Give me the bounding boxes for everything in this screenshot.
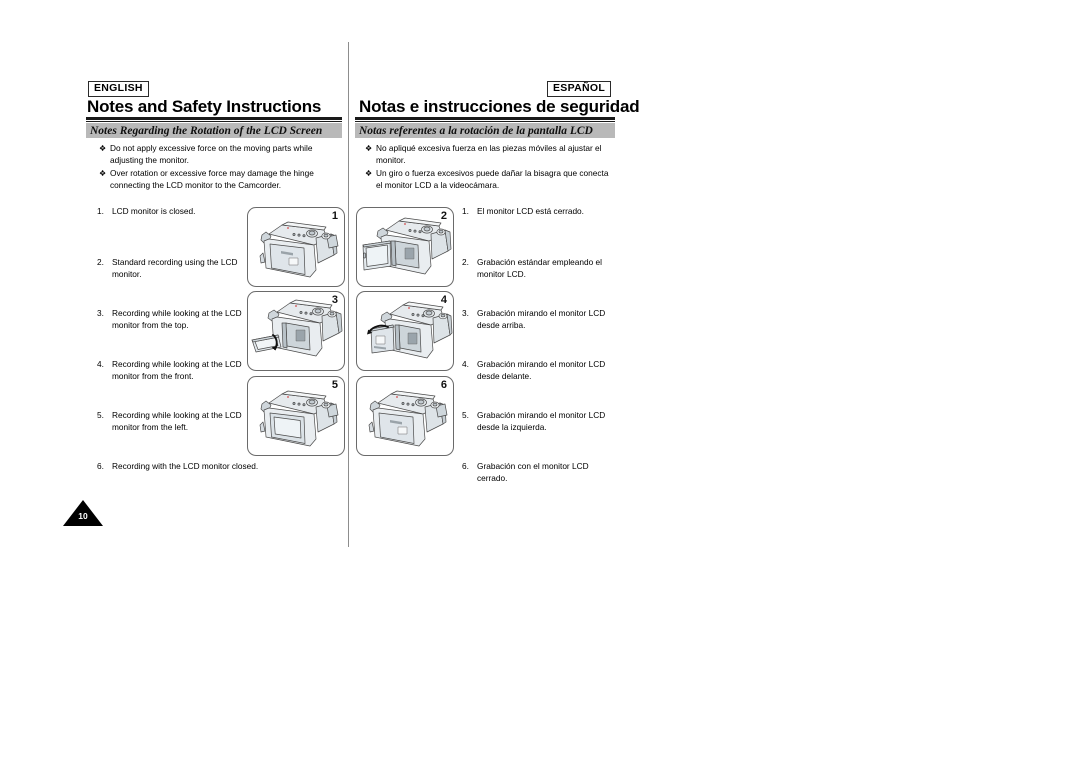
figure-camcorder-1: 1 [247,207,345,287]
diamond-bullet-icon: ❖ [99,169,107,178]
notes-list-spanish: ❖ No apliqué excesiva fuerza en las piez… [365,143,615,193]
step-item: 5. Recording while looking at the LCD mo… [97,410,245,433]
figure-camcorder-4: 4 [356,291,454,371]
note-text: Do not apply excessive force on the movi… [110,143,313,165]
step-item: 4. Grabación mirando el monitor LCD desd… [462,359,617,382]
camcorder-illustration-lcd-open [362,217,452,275]
step-item: 1. LCD monitor is closed. [97,206,195,218]
step-item: 4. Recording while looking at the LCD mo… [97,359,245,382]
section-bar-spanish: Notas referentes a la rotación de la pan… [355,123,615,138]
step-item: 6. Grabación con el monitor LCD cerrado. [462,461,617,484]
page-number-badge: 10 [63,500,103,526]
step-item: 3. Recording while looking at the LCD mo… [97,308,245,331]
step-item: 1. El monitor LCD está cerrado. [462,206,584,218]
figure-number: 5 [331,379,338,391]
section-title-spanish: Notas referentes a la rotación de la pan… [359,124,593,137]
camcorder-illustration-closed [259,221,339,278]
title-rule-spanish [355,117,615,122]
step-index: 3. [97,308,104,318]
step-text: Grabación con el monitor LCD cerrado. [477,461,589,483]
step-index: 3. [462,308,469,318]
note-item: ❖ No apliqué excesiva fuerza en las piez… [365,143,615,166]
step-text: Grabación estándar empleando el monitor … [477,257,602,279]
step-index: 2. [462,257,469,267]
step-text: Grabación mirando el monitor LCD desde l… [477,410,606,432]
camcorder-illustration-lcd-left-view [259,390,339,447]
manual-page: ENGLISH Notes and Safety Instructions No… [0,0,1080,763]
step-text: Recording while looking at the LCD monit… [112,308,242,330]
step-item: 3. Grabación mirando el monitor LCD desd… [462,308,617,331]
note-text: Over rotation or excessive force may dam… [110,168,314,190]
section-bar-english: Notes Regarding the Rotation of the LCD … [86,123,342,138]
chapter-title-english: Notes and Safety Instructions [87,97,322,116]
step-text: Grabación mirando el monitor LCD desde a… [477,308,606,330]
step-index: 2. [97,257,104,267]
figure-number: 3 [331,294,338,306]
figure-camcorder-6: 6 [356,376,454,456]
figure-camcorder-2: 2 [356,207,454,287]
notes-list-english: ❖ Do not apply excessive force on the mo… [99,143,339,193]
figure-camcorder-5: 5 [247,376,345,456]
step-index: 6. [97,461,104,471]
diamond-bullet-icon: ❖ [365,169,373,178]
step-index: 1. [97,206,104,216]
step-index: 4. [97,359,104,369]
step-item: 5. Grabación mirando el monitor LCD desd… [462,410,617,433]
step-text: Standard recording using the LCD monitor… [112,257,238,279]
camcorder-illustration-lcd-front-view [367,301,453,359]
figure-number: 1 [331,210,338,222]
step-text: El monitor LCD está cerrado. [477,206,584,216]
diamond-bullet-icon: ❖ [99,144,107,153]
step-text: Grabación mirando el monitor LCD desde d… [477,359,606,381]
step-index: 5. [462,410,469,420]
step-text: Recording while looking at the LCD monit… [112,359,242,381]
figure-number: 4 [440,294,447,306]
camcorder-illustration-closed-outward [368,390,448,447]
step-index: 6. [462,461,469,471]
step-text: Recording with the LCD monitor closed. [112,461,259,471]
step-item: 2. Grabación estándar empleando el monit… [462,257,617,280]
step-text: Recording while looking at the LCD monit… [112,410,242,432]
figure-number: 2 [440,210,447,222]
diamond-bullet-icon: ❖ [365,144,373,153]
step-text: LCD monitor is closed. [112,206,196,216]
figure-number: 6 [440,379,447,391]
step-index: 4. [462,359,469,369]
figure-camcorder-3: 3 [247,291,345,371]
note-text: No apliqué excesiva fuerza en las piezas… [376,143,602,165]
step-item: 2. Standard recording using the LCD moni… [97,257,245,280]
title-rule-english [86,117,342,122]
page-number-text: 10 [78,511,88,521]
chapter-title-spanish: Notas e instrucciones de seguridad [359,97,640,116]
step-item: 6. Recording with the LCD monitor closed… [97,461,272,473]
section-title-english: Notes Regarding the Rotation of the LCD … [90,124,323,137]
note-item: ❖ Over rotation or excessive force may d… [99,168,339,191]
language-tag-english: ENGLISH [88,81,149,97]
note-item: ❖ Do not apply excessive force on the mo… [99,143,339,166]
language-tag-spanish: ESPAÑOL [547,81,612,97]
note-item: ❖ Un giro o fuerza excesivos puede dañar… [365,168,615,191]
column-divider [348,42,349,547]
step-index: 5. [97,410,104,420]
step-index: 1. [462,206,469,216]
note-text: Un giro o fuerza excesivos puede dañar l… [376,168,609,190]
camcorder-illustration-lcd-top-view [251,299,343,357]
